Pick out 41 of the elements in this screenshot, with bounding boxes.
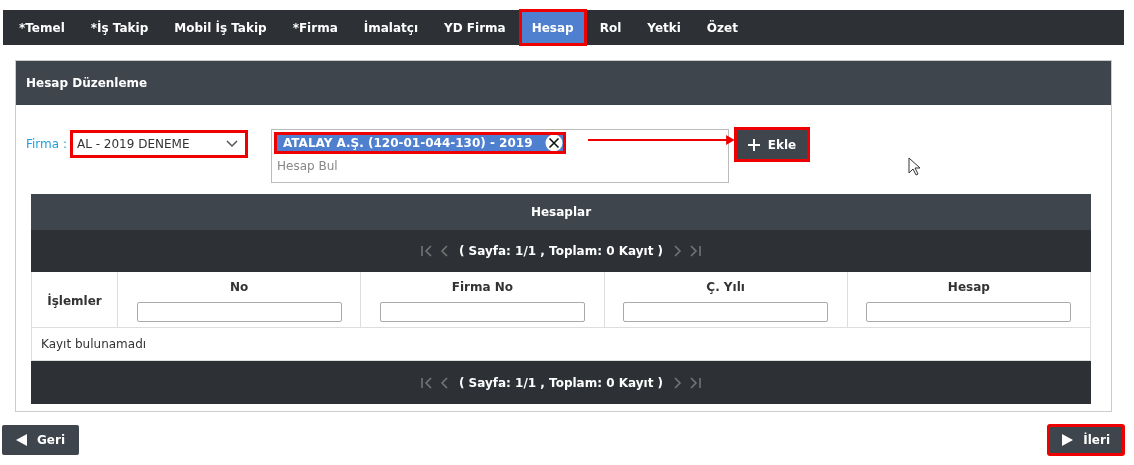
tab[interactable]: Hesap (519, 10, 586, 45)
tab[interactable]: Rol (587, 10, 634, 45)
add-button[interactable]: Ekle (735, 128, 809, 161)
filter-input[interactable] (623, 302, 829, 322)
column-title: Ç. Yılı (706, 280, 745, 294)
column-title: Firma No (451, 280, 513, 294)
pager-text: ( Sayfa: 1/1 , Toplam: 0 Kayıt ) (458, 375, 664, 390)
next-last-page-icon[interactable] (671, 245, 702, 257)
tab[interactable]: Özet (694, 10, 750, 45)
first-prev-page-icon[interactable] (420, 245, 451, 257)
field-label: Firma : (26, 137, 67, 151)
panel-title: Hesap Düzenleme (26, 76, 148, 90)
chevron-down-icon (226, 140, 238, 148)
plus-icon (747, 138, 760, 151)
first-prev-page-icon[interactable] (420, 376, 451, 389)
mouse-cursor-icon (908, 157, 922, 177)
column-title: Hesap (947, 280, 990, 294)
pager-text: ( Sayfa: 1/1 , Toplam: 0 Kayıt ) (458, 244, 664, 258)
tab[interactable]: *İş Takip (78, 10, 161, 45)
tab[interactable]: *Temel (7, 10, 77, 45)
left-triangle-icon (16, 434, 27, 446)
next-last-page-icon[interactable] (671, 376, 702, 389)
right-triangle-icon (1062, 434, 1074, 446)
tab[interactable]: *Firma (280, 10, 350, 45)
account-picker[interactable]: ATALAY A.Ş. (120-01-044-130) - 2019 Hesap Bul (271, 129, 729, 183)
back-button[interactable]: Geri (2, 425, 80, 455)
filter-input[interactable] (379, 302, 585, 322)
filter-input[interactable] (866, 302, 1072, 322)
tag-label: ATALAY A.Ş. (120-01-044-130) - 2019 (283, 136, 533, 150)
tab[interactable]: YD Firma (432, 10, 518, 45)
tab[interactable]: Mobil İş Takip (162, 10, 279, 45)
empty-message: Kayıt bulunamadı (41, 337, 147, 351)
close-icon[interactable] (544, 134, 563, 152)
firma-select[interactable]: AL - 2019 DENEME (71, 131, 247, 157)
tab[interactable]: Yetki (635, 10, 693, 45)
column-title: No (229, 280, 249, 294)
next-button[interactable]: İleri (1048, 425, 1124, 455)
tab[interactable]: İmalatçı (351, 10, 430, 45)
filter-input[interactable] (136, 302, 342, 322)
table-title: Hesaplar (530, 205, 592, 219)
column-title: İşlemler (47, 294, 102, 308)
